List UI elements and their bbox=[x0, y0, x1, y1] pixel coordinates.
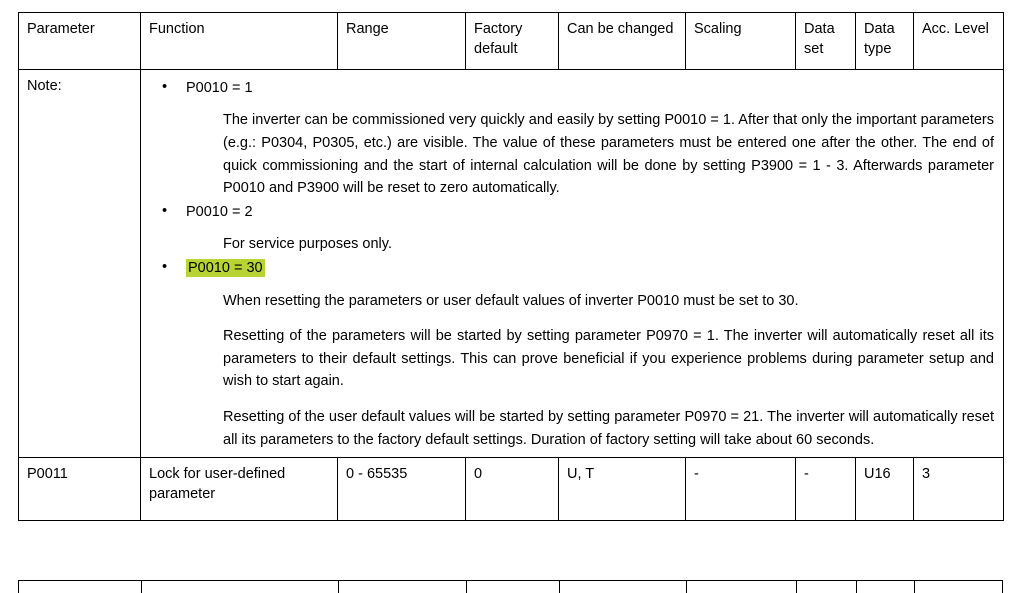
note-row: Note: • P0010 = 1 The inverter can be co… bbox=[18, 68, 1004, 459]
column-header-data-set: Data set bbox=[795, 12, 856, 70]
column-header-parameter: Parameter bbox=[18, 12, 141, 70]
next-row-partial bbox=[18, 580, 1003, 593]
note-bullet-heading: P0010 = 1 bbox=[186, 80, 253, 96]
note-bullet-list: • P0010 = 1 The inverter can be commissi… bbox=[149, 76, 996, 451]
column-header-factory-default: Factory default bbox=[465, 12, 559, 70]
note-bullet-item: • P0010 = 30 When resetting the paramete… bbox=[149, 256, 996, 451]
parameter-table: Parameter Function Range Factory default… bbox=[18, 12, 1004, 522]
note-bullet-heading-highlighted: P0010 = 30 bbox=[186, 256, 996, 280]
bullet-point-icon: • bbox=[162, 79, 168, 95]
table-header-row: Parameter Function Range Factory default… bbox=[18, 12, 1004, 70]
cell-parameter: P0011 bbox=[18, 457, 141, 522]
note-paragraph: The inverter can be commissioned very qu… bbox=[223, 112, 994, 197]
cell-data-set: - bbox=[795, 457, 856, 522]
bullet-point-icon: • bbox=[162, 202, 168, 219]
note-paragraph: For service purposes only. bbox=[223, 236, 392, 253]
column-header-data-type: Data type bbox=[855, 12, 914, 70]
note-bullet-item: • P0010 = 1 The inverter can be commissi… bbox=[149, 76, 996, 200]
cell-scaling: - bbox=[685, 457, 796, 522]
document-page: Parameter Function Range Factory default… bbox=[0, 0, 1019, 593]
bullet-point-icon: • bbox=[162, 259, 168, 276]
column-header-acc-level: Acc. Level bbox=[913, 12, 1004, 70]
column-header-range: Range bbox=[337, 12, 466, 70]
cell-function: Lock for user-defined parameter bbox=[140, 457, 338, 522]
cell-acc-level: 3 bbox=[913, 457, 1004, 522]
cell-can-be-changed: U, T bbox=[558, 457, 686, 522]
column-header-can-be-changed: Can be changed bbox=[558, 12, 686, 70]
column-header-function: Function bbox=[140, 12, 338, 70]
note-label: Note: bbox=[18, 68, 141, 459]
cell-factory-default: 0 bbox=[465, 457, 559, 522]
note-paragraph: Resetting of the user default values wil… bbox=[223, 408, 994, 448]
highlighted-text: P0010 = 30 bbox=[186, 259, 265, 278]
column-header-scaling: Scaling bbox=[685, 12, 796, 70]
note-bullet-item: • P0010 = 2 For service purposes only. bbox=[149, 200, 996, 256]
note-content-cell: • P0010 = 1 The inverter can be commissi… bbox=[140, 68, 1004, 459]
cell-data-type: U16 bbox=[855, 457, 914, 522]
note-paragraph: When resetting the parameters or user de… bbox=[223, 292, 799, 309]
cell-range: 0 - 65535 bbox=[337, 457, 466, 522]
note-bullet-heading: P0010 = 2 bbox=[186, 203, 253, 220]
note-paragraph: Resetting of the parameters will be star… bbox=[223, 328, 994, 390]
table-row: P0011 Lock for user-defined parameter 0 … bbox=[18, 457, 1004, 522]
